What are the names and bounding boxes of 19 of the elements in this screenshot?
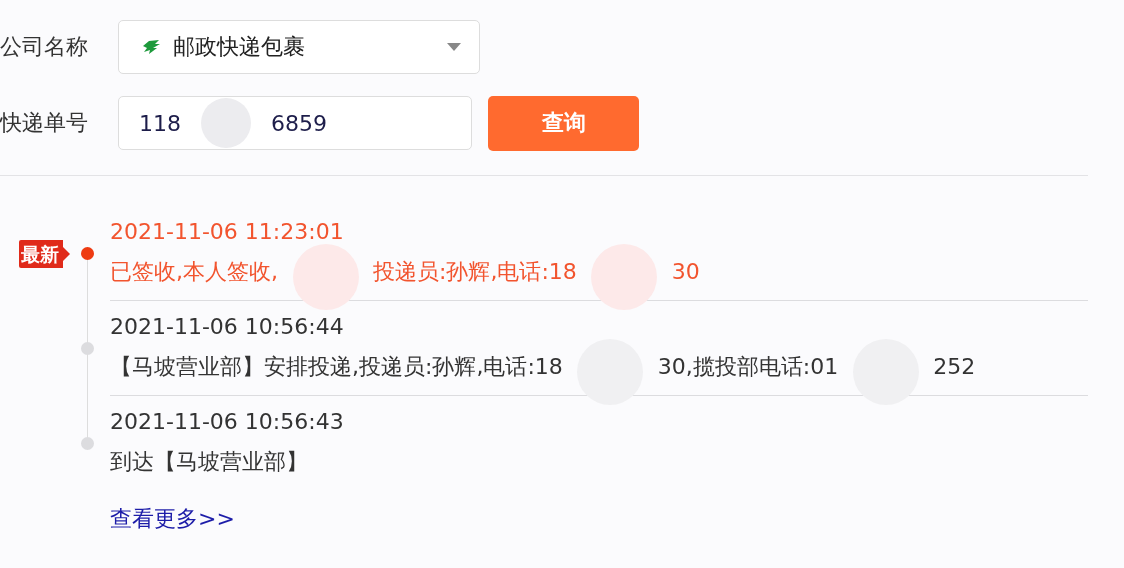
- event-time: 2021-11-06 10:56:44: [110, 313, 345, 341]
- tracking-number-field[interactable]: 118 6859: [118, 96, 472, 150]
- event-message: 到达【马坡营业部】: [110, 449, 308, 474]
- event-message: 投递员:孙辉,电话:18: [373, 259, 577, 284]
- timeline-dot: [81, 247, 94, 260]
- event-message: 30,揽投部电话:01: [657, 354, 839, 379]
- event-message: 252: [933, 354, 976, 379]
- event-message: 【马坡营业部】安排投递,投递员:孙辉,电话:18: [110, 354, 563, 379]
- redaction-mark: [201, 98, 251, 148]
- dropdown-caret-icon: [447, 43, 461, 51]
- field-label: 快递单号: [0, 109, 89, 137]
- bird-logo-icon: [141, 38, 161, 56]
- event-time: 2021-11-06 11:23:01: [110, 218, 345, 246]
- company-select[interactable]: 邮政快递包裹: [118, 20, 480, 74]
- event-time: 2021-11-06 10:56:43: [110, 408, 345, 436]
- event-message: 已签收,本人签收,: [110, 259, 278, 284]
- view-more-link[interactable]: 查看更多>>: [110, 504, 235, 534]
- field-label: 公司名称: [0, 33, 89, 61]
- event-message: 30: [671, 259, 700, 284]
